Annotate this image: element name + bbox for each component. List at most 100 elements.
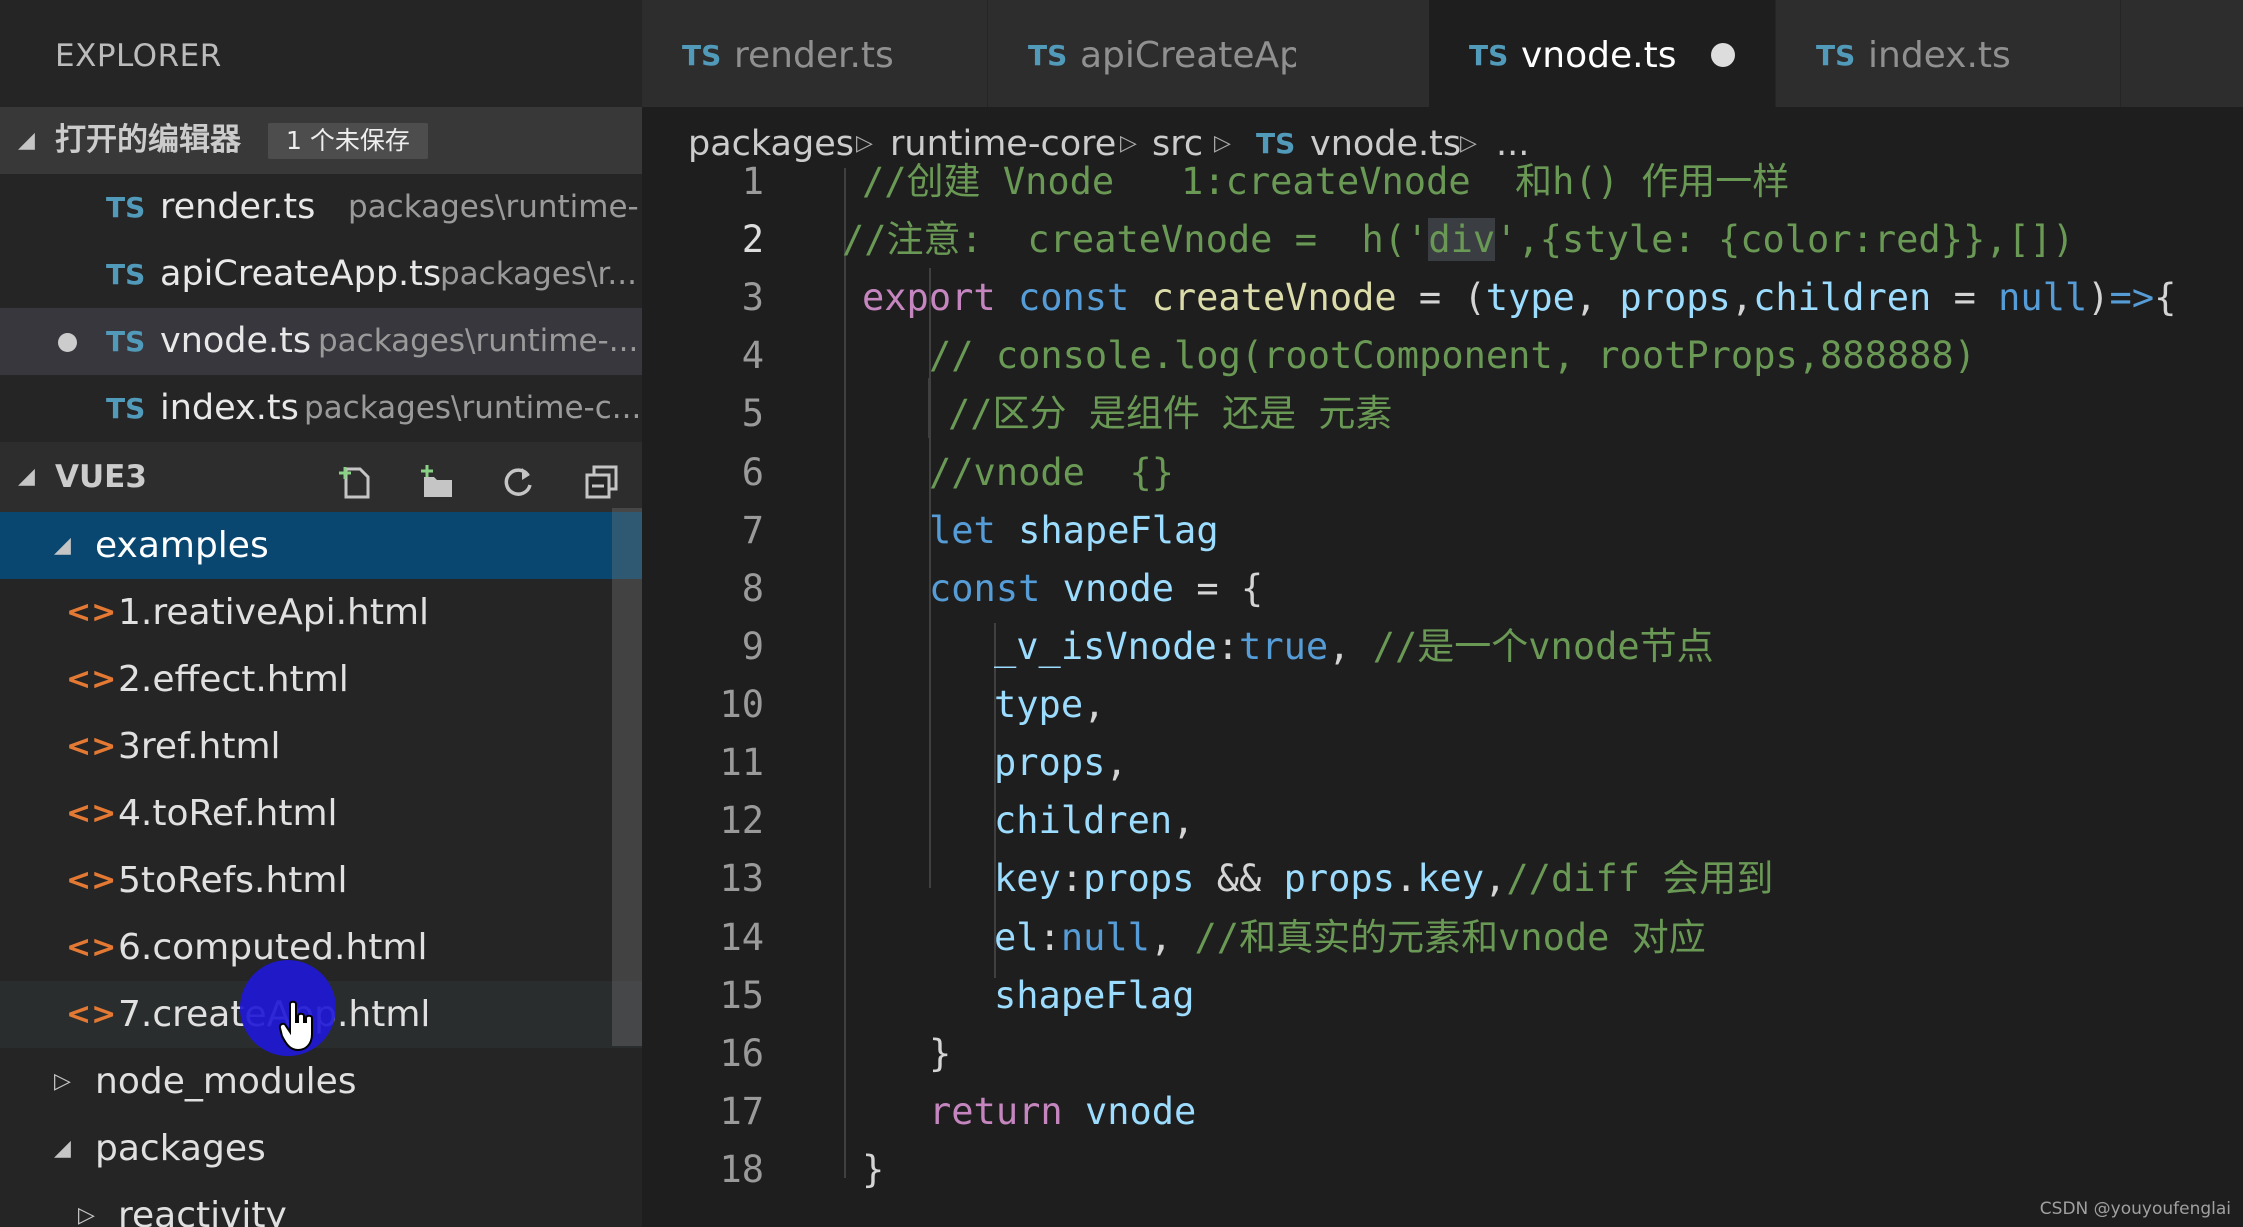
tree-file[interactable]: <> 4.toRef.html <box>0 780 642 847</box>
workspace-label: VUE3 <box>55 459 147 495</box>
open-editor-vnode[interactable]: TS vnode.ts packages\runtime-... <box>0 308 642 375</box>
code-line[interactable]: 18} <box>642 1141 2243 1199</box>
code-token: key <box>994 857 1061 900</box>
code-line[interactable]: 3 export const createVnode = (type, props… <box>642 269 2243 327</box>
code-line[interactable]: 9 _v_isVnode:true, //是一个vnode节点 <box>642 618 2243 676</box>
code-line[interactable]: 2 //注意: createVnode = h('div',{style: {co… <box>642 211 2243 269</box>
code-token: createVnode <box>1151 276 1397 319</box>
code-text: props, <box>994 734 1128 792</box>
code-text: return vnode <box>929 1083 1196 1141</box>
line-number: 11 <box>719 741 764 784</box>
typescript-file-icon: TS <box>1816 39 1856 72</box>
unsaved-dot-icon[interactable] <box>58 333 77 352</box>
typescript-file-icon: TS <box>1469 39 1509 72</box>
code-line[interactable]: 13 key:props && props.key,//diff 会用到 <box>642 850 2243 908</box>
code-text: const vnode = { <box>929 560 1263 618</box>
code-line[interactable]: 17 return vnode <box>642 1083 2243 1141</box>
code-token: shapeFlag <box>994 974 1195 1017</box>
open-editors-header[interactable]: ◢ 打开的编辑器 1 个未保存 <box>0 107 642 174</box>
code-token: const <box>929 567 1041 610</box>
open-editor-name: render.ts <box>160 187 316 227</box>
code-line[interactable]: 6 //vnode {} <box>642 444 2243 502</box>
open-editor-path: packages\r... <box>440 256 637 292</box>
code-text: //注意: createVnode = h('div',{style: {col… <box>842 211 2074 269</box>
line-number: 13 <box>719 857 764 900</box>
tree-folder-reactivity[interactable]: ▷ reactivity <box>0 1182 642 1227</box>
open-editor-path: packages\runtime-... <box>318 323 639 359</box>
code-line[interactable]: 16} <box>642 1025 2243 1083</box>
tree-item-label: 5toRefs.html <box>118 860 348 901</box>
typescript-file-icon: TS <box>106 258 146 291</box>
new-folder-icon[interactable] <box>418 458 458 498</box>
collapse-all-icon[interactable] <box>582 458 622 499</box>
open-editor-render[interactable]: TS render.ts packages\runtime-... <box>0 174 642 241</box>
sidebar-scrollbar[interactable] <box>612 508 642 1046</box>
open-editor-apicreateapp[interactable]: TS apiCreateApp.ts packages\r... <box>0 241 642 308</box>
code-text: key:props && props.key,//diff 会用到 <box>994 850 1773 908</box>
code-token: let <box>929 509 996 552</box>
tab-apicreateapp[interactable]: TS apiCreateApp.ts <box>988 0 1369 107</box>
refresh-icon[interactable] <box>498 458 538 498</box>
tab-index[interactable]: TS index.ts <box>1776 0 2121 107</box>
chevron-down-icon: ◢ <box>18 464 35 489</box>
code-text: //创建 Vnode 1:createVnode 和h() 作用一样 <box>862 153 1789 211</box>
code-token: ',{style: {color:red}},[]) <box>1495 218 2075 261</box>
tab-bar: TS render.ts TS apiCreateApp.ts TS vnode… <box>642 0 2243 107</box>
code-line[interactable]: 4 // console.log(rootComponent, rootProps… <box>642 327 2243 385</box>
typescript-file-icon: TS <box>106 191 146 224</box>
code-token: vnode <box>1084 1090 1197 1133</box>
code-line[interactable]: 7 let shapeFlag <box>642 502 2243 560</box>
unsaved-dot-icon[interactable] <box>1711 43 1735 67</box>
open-editor-name: index.ts <box>160 388 299 428</box>
code-line[interactable]: 14 el:null, //和真实的元素和vnode 对应 <box>642 909 2243 967</box>
explorer-sidebar: EXPLORER ◢ 打开的编辑器 1 个未保存 TS render.ts pa… <box>0 0 642 1227</box>
code-line[interactable]: 1 //创建 Vnode 1:createVnode 和h() 作用一样 <box>642 153 2243 211</box>
open-editor-name: vnode.ts <box>160 321 312 361</box>
code-token: props <box>1083 857 1195 900</box>
code-line[interactable]: 15 shapeFlag <box>642 967 2243 1025</box>
tab-label: vnode.ts <box>1521 35 1677 76</box>
code-line[interactable]: 12 children, <box>642 792 2243 850</box>
line-number: 10 <box>719 683 764 726</box>
html-file-icon: <> <box>66 796 117 831</box>
code-line[interactable]: 10 type, <box>642 676 2243 734</box>
code-token: //是一个vnode节点 <box>1372 625 1714 668</box>
tree-folder-packages[interactable]: ◢ packages <box>0 1115 642 1182</box>
line-number: 1 <box>741 160 764 203</box>
line-number: 5 <box>741 392 764 435</box>
code-editor[interactable]: 1 //创建 Vnode 1:createVnode 和h() 作用一样 2 //注意… <box>642 160 2243 1208</box>
line-number: 16 <box>719 1032 764 1075</box>
code-line[interactable]: 11 props, <box>642 734 2243 792</box>
explorer-title: EXPLORER <box>55 38 222 74</box>
tab-render[interactable]: TS render.ts <box>642 0 988 107</box>
tree-file[interactable]: <> 5toRefs.html <box>0 847 642 914</box>
tree-file[interactable]: <> 6.computed.html <box>0 914 642 981</box>
code-token: true <box>1239 625 1329 668</box>
tree-file[interactable]: <> 3ref.html <box>0 713 642 780</box>
open-editor-index[interactable]: TS index.ts packages\runtime-c... <box>0 375 642 442</box>
workspace-header[interactable]: ◢ VUE3 <box>0 442 642 512</box>
new-file-icon[interactable] <box>336 458 376 499</box>
code-token: props <box>1283 857 1395 900</box>
code-line[interactable]: 8 const vnode = { <box>642 560 2243 618</box>
tree-folder-node-modules[interactable]: ▷ node_modules <box>0 1048 642 1115</box>
code-text: type, <box>994 676 1105 734</box>
code-text: } <box>862 1141 884 1199</box>
code-token: type <box>994 683 1084 726</box>
tree-folder-examples[interactable]: ◢ examples <box>0 512 642 579</box>
code-line[interactable]: 5 //区分 是组件 还是 元素 <box>642 385 2243 443</box>
open-editor-path: packages\runtime-c... <box>304 390 642 426</box>
tab-vnode[interactable]: TS vnode.ts <box>1429 0 1776 107</box>
chevron-right-icon: ▷ <box>78 1203 95 1227</box>
code-token: , <box>1149 916 1195 959</box>
tree-item-label: reactivity <box>118 1195 287 1227</box>
code-token: . <box>1395 857 1418 900</box>
code-token: , <box>1730 276 1754 319</box>
code-token: props <box>1619 276 1731 319</box>
open-editor-path: packages\runtime-... <box>348 189 642 225</box>
tab-apicreateapp-fill <box>1296 0 1429 107</box>
tree-file[interactable]: <> 1.reativeApi.html <box>0 579 642 646</box>
tree-file[interactable]: <> 2.effect.html <box>0 646 642 713</box>
